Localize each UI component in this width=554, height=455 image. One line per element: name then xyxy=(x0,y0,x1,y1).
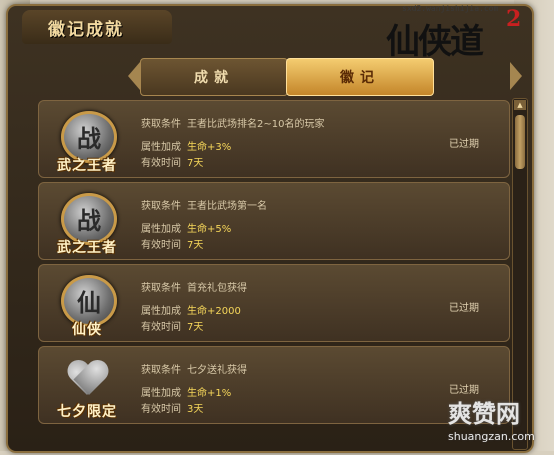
list-item[interactable]: 战 武之王者 获取条件 王者比武场排名2~10名的玩家 属性加成 生命+3% 有效时… xyxy=(38,100,510,178)
badge-name: 武之王者 xyxy=(57,158,117,174)
logo-suffix: 2 xyxy=(506,6,522,32)
scroll-up-arrow-icon[interactable]: ▲ xyxy=(514,100,526,110)
badge-glyph: 战 xyxy=(77,124,101,153)
bonus-value: 生命+2000 xyxy=(187,306,241,317)
duration-value: 3天 xyxy=(187,404,204,415)
badge-icon: 仙 仙侠 xyxy=(49,269,125,339)
badge-glyph: 战 xyxy=(77,206,101,235)
badge-name: 武之王者 xyxy=(57,240,117,256)
duration-line: 有效时间 3天 xyxy=(141,404,204,415)
duration-line: 有效时间 7天 xyxy=(141,240,204,251)
bonus-value: 生命+3% xyxy=(187,142,232,153)
badge-glyph: 仙 xyxy=(77,288,101,317)
status-label: 已过期 xyxy=(449,139,479,150)
badge-icon: 战 武之王者 xyxy=(49,105,125,175)
condition-line: 获取条件 王者比武场第一名 xyxy=(141,201,267,212)
duration-value: 7天 xyxy=(187,240,204,251)
duration-value: 7天 xyxy=(187,158,204,169)
list-item[interactable]: 仙 仙侠 获取条件 首充礼包获得 属性加成 生命+2000 有效时间 7天 已过期 xyxy=(38,264,510,342)
list-item[interactable]: 战 武之王者 获取条件 王者比武场第一名 属性加成 生命+5% 有效时间 7天 xyxy=(38,182,510,260)
condition-line: 获取条件 王者比武场排名2~10名的玩家 xyxy=(141,119,325,130)
bonus-value: 生命+1% xyxy=(187,388,232,399)
badge-icon: 战 武之王者 xyxy=(49,187,125,257)
badge-name: 七夕限定 xyxy=(57,404,117,420)
badge-icon: 七夕限定 xyxy=(49,351,125,421)
status-label: 已过期 xyxy=(449,303,479,314)
scroll-thumb[interactable] xyxy=(515,115,525,169)
duration-line: 有效时间 7天 xyxy=(141,158,204,169)
watermark-text: 爽赞网 xyxy=(448,400,520,428)
bonus-value: 生命+5% xyxy=(187,224,232,235)
logo-url: sxd2.wanjishijia.com xyxy=(402,4,499,13)
condition-value: 王者比武场排名2~10名的玩家 xyxy=(187,119,325,130)
bonus-line: 属性加成 生命+1% xyxy=(141,388,232,399)
condition-value: 七夕送礼获得 xyxy=(187,365,247,376)
bonus-line: 属性加成 生命+3% xyxy=(141,142,232,153)
bonus-line: 属性加成 生命+5% xyxy=(141,224,232,235)
heart-icon xyxy=(67,361,107,397)
logo-text: 仙侠道 xyxy=(386,22,484,62)
tab-right-arrow-icon xyxy=(510,62,522,90)
condition-value: 首充礼包获得 xyxy=(187,283,247,294)
tab-achievements[interactable]: 成就 xyxy=(140,58,288,96)
badge-name: 仙侠 xyxy=(72,322,102,338)
bonus-line: 属性加成 生命+2000 xyxy=(141,306,241,317)
condition-line: 获取条件 首充礼包获得 xyxy=(141,283,247,294)
window-title: 徽记成就 xyxy=(48,20,124,40)
condition-value: 王者比武场第一名 xyxy=(187,201,267,212)
tab-left-arrow-icon xyxy=(128,62,140,90)
duration-line: 有效时间 7天 xyxy=(141,322,204,333)
badge-list: 战 武之王者 获取条件 王者比武场排名2~10名的玩家 属性加成 生命+3% 有效时… xyxy=(38,100,510,455)
watermark-url: shuangzan.com xyxy=(448,430,535,443)
condition-line: 获取条件 七夕送礼获得 xyxy=(141,365,247,376)
list-item[interactable]: 七夕限定 获取条件 七夕送礼获得 属性加成 生命+1% 有效时间 3天 已过期 xyxy=(38,346,510,424)
badge-achievement-window: 徽记成就 成就 徽记 战 武之王者 获取条件 王者比武场排名2~10名的玩家 属性… xyxy=(6,4,534,453)
duration-value: 7天 xyxy=(187,322,204,333)
